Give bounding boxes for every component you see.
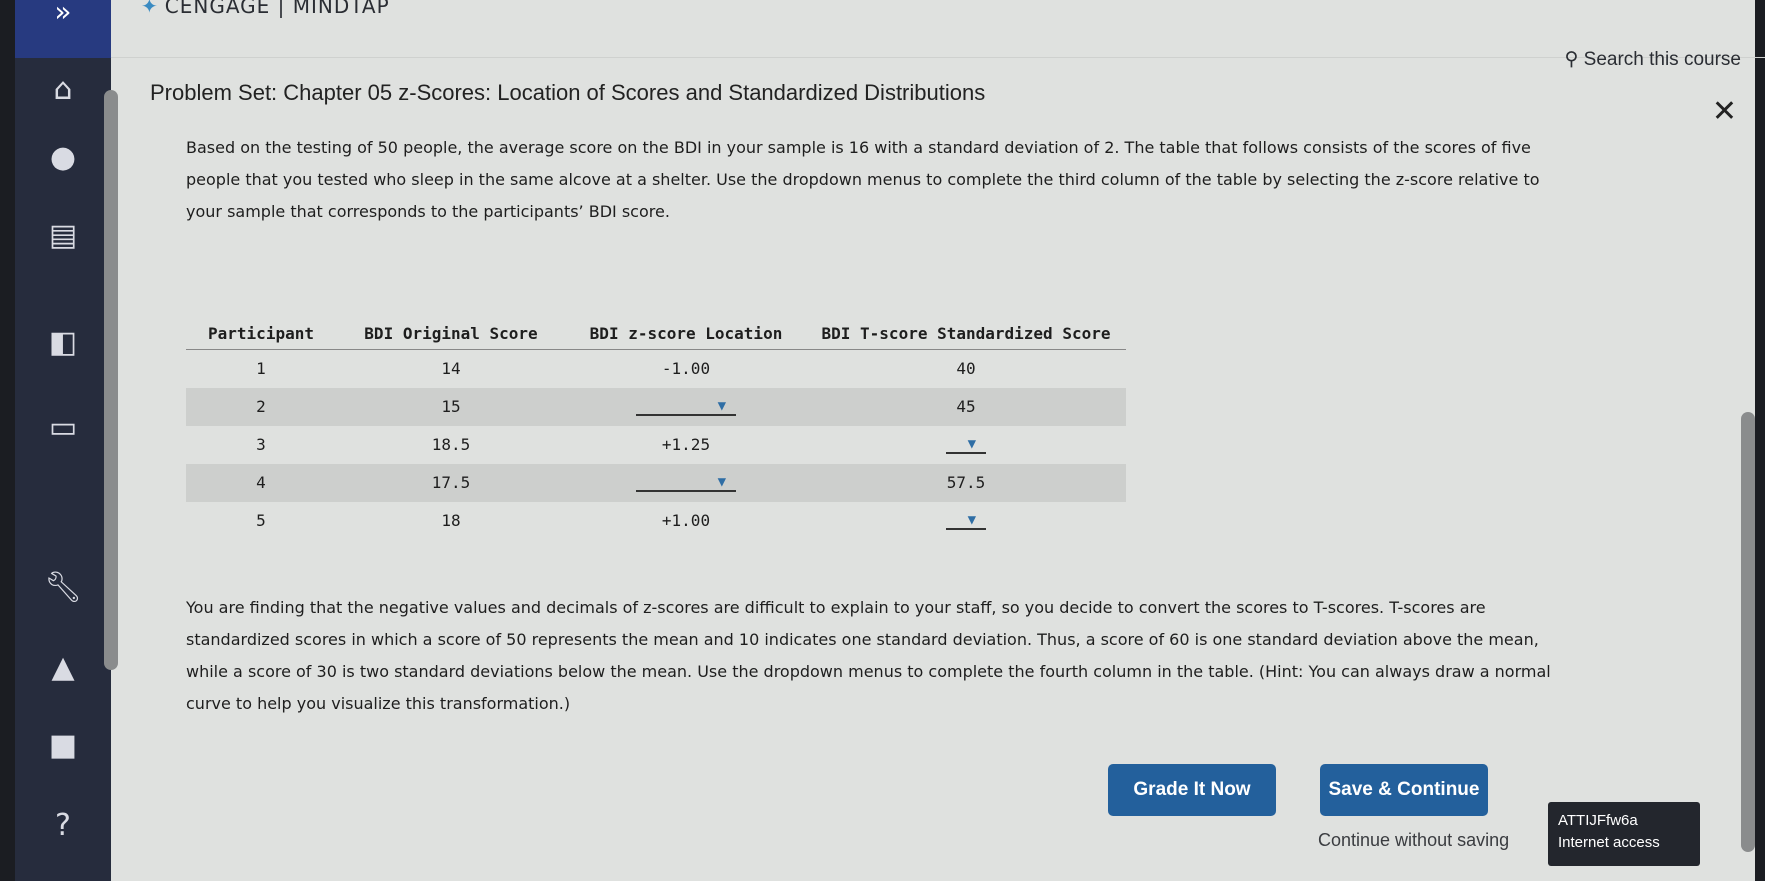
scores-table: Participant BDI Original Score BDI z-sco… [186,318,1126,540]
cell: 45 [806,387,1126,426]
cell: 14 [441,359,461,379]
chevron-down-icon: ▼ [967,511,976,528]
intro-text: Based on the testing of 50 people, the a… [186,138,1540,221]
network-tooltip: ATTIJFfw6a Internet access [1548,802,1700,866]
t-score-dropdown[interactable]: ▼ [946,508,986,530]
cell: 4 [186,463,336,502]
cell: -1.00 [661,359,711,379]
cell: 2 [186,387,336,426]
cell: 18 [441,511,461,530]
save-continue-button[interactable]: Save & Continue [1320,764,1488,816]
page-title: Problem Set: Chapter 05 z-Scores: Locati… [150,80,986,105]
search-icon: ⚲ [1564,49,1584,70]
home-icon[interactable]: ⌂ [43,72,83,108]
close-icon[interactable]: ✕ [1712,94,1737,129]
notes-icon[interactable]: ▤ [43,218,83,254]
search-label: Search this course [1583,49,1741,70]
cell: 5 [256,511,266,530]
gradebook-icon[interactable]: ▭ [43,410,83,446]
chevron-down-icon: ▼ [717,473,726,490]
cell: 57.5 [806,463,1126,502]
col-t: BDI T-score Standardized Score [806,318,1126,350]
chevron-down-icon: ▼ [717,397,726,414]
cell: +1.00 [661,511,711,530]
bookmark-icon[interactable]: ◧ [43,325,83,361]
wrench-icon[interactable]: 🔧︎ [43,570,83,606]
left-scrollbar[interactable] [104,90,118,670]
briefcase-icon[interactable]: ■ [43,728,83,764]
grade-it-now-button[interactable]: Grade It Now [1108,764,1276,816]
brand-logo: ✦ CENGAGE | MINDTAP [141,0,390,18]
sidebar: » ⌂ ● ▤ ◧ ▭ 🔧︎ ▲ ■ ? [15,0,111,881]
table-row: 5 18 +1.00 ▼ [186,502,1126,540]
cell: 18.5 [431,435,471,454]
z-score-dropdown[interactable]: ▼ [636,394,736,416]
col-participant: Participant [186,318,336,350]
z-score-dropdown[interactable]: ▼ [636,470,736,492]
help-icon[interactable]: ? [43,808,83,844]
continue-without-saving-link[interactable]: Continue without saving [1318,830,1509,851]
brand-text: CENGAGE | MINDTAP [164,0,390,18]
cell: +1.25 [661,435,711,454]
cell: 17.5 [336,463,566,502]
top-bar: ✦ CENGAGE | MINDTAP ⚲ Search this course [111,0,1765,70]
cell: 1 [256,359,266,379]
tooltip-network: ATTIJFfw6a [1558,812,1638,829]
search-button[interactable]: ⚲ Search this course [1564,48,1741,71]
followup-text: You are finding that the negative values… [186,598,1551,713]
t-score-dropdown[interactable]: ▼ [946,432,986,454]
expand-icon[interactable]: » [15,0,111,58]
user-icon[interactable]: ● [43,140,83,176]
graduation-cap-icon[interactable]: ▲ [43,650,83,686]
table-row: 2 15 ▼ 45 [186,387,1126,426]
cell: 40 [956,359,976,379]
cell: 3 [256,435,266,454]
col-original: BDI Original Score [336,318,566,350]
table-row: 3 18.5 +1.25 ▼ [186,426,1126,464]
col-z: BDI z-score Location [566,318,806,350]
tooltip-status: Internet access [1558,834,1660,851]
cell: 15 [336,387,566,426]
chevron-down-icon: ▼ [967,435,976,452]
right-scrollbar[interactable] [1741,412,1755,852]
table-row: 1 14 -1.00 40 [186,350,1126,388]
table-row: 4 17.5 ▼ 57.5 [186,463,1126,502]
